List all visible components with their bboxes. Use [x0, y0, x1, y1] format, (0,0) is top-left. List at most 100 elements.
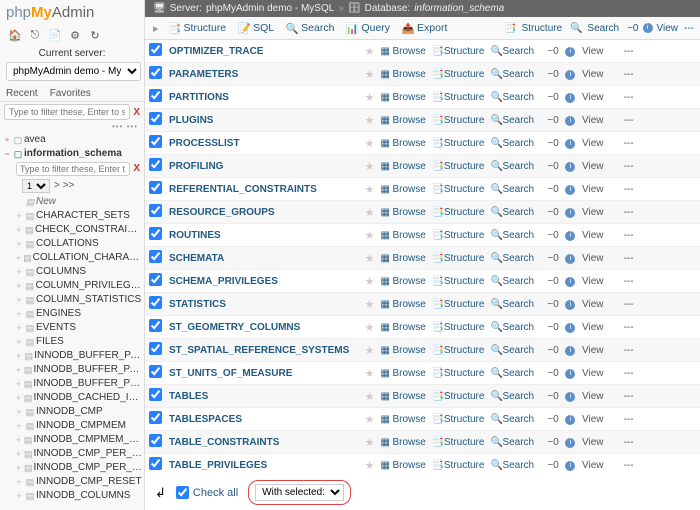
favorite-star-icon[interactable]: ★	[362, 109, 378, 132]
tree-toggle-icon[interactable]: +	[14, 419, 24, 433]
row-checkbox[interactable]	[149, 411, 162, 424]
favorite-star-icon[interactable]: ★	[362, 201, 378, 224]
browse-action[interactable]: ▦Browse	[378, 454, 429, 476]
search-action[interactable]: 🔍Search	[487, 201, 537, 224]
row-checkbox[interactable]	[149, 66, 162, 79]
docs-icon[interactable]: 📄	[48, 28, 62, 42]
row-checkbox[interactable]	[149, 296, 162, 309]
favorite-star-icon[interactable]: ★	[362, 155, 378, 178]
tree-table-item[interactable]: +▤INNODB_CMPMEM_RESE	[0, 433, 144, 447]
tree-toggle-icon[interactable]: +	[14, 489, 24, 503]
favorite-star-icon[interactable]: ★	[362, 86, 378, 109]
browse-action[interactable]: ▦Browse	[378, 316, 429, 339]
mini-structure[interactable]: 📑 Structure	[502, 23, 566, 34]
tree-table-name[interactable]: INNODB_CACHED_INDEX	[33, 391, 142, 405]
row-checkbox[interactable]	[149, 204, 162, 217]
structure-action[interactable]: 📑Structure	[429, 201, 488, 224]
filter-clear-button[interactable]: X	[133, 107, 140, 118]
row-checkbox[interactable]	[149, 227, 162, 240]
tree-page-next[interactable]: > >>	[54, 179, 74, 193]
structure-action[interactable]: 📑Structure	[429, 270, 488, 293]
search-action[interactable]: 🔍Search	[487, 247, 537, 270]
tree-table-item[interactable]: +▤INNODB_CMP_PER_INDE	[0, 447, 144, 461]
tree-table-name[interactable]: INNODB_CMP_RESET	[36, 475, 142, 489]
table-name-link[interactable]: TABLES	[166, 385, 362, 408]
tab-query[interactable]: 📊Query	[340, 20, 396, 36]
structure-action[interactable]: 📑Structure	[429, 86, 488, 109]
tree-table-item[interactable]: +▤INNODB_CMP_RESET	[0, 475, 144, 489]
browse-action[interactable]: ▦Browse	[378, 408, 429, 431]
structure-action[interactable]: 📑Structure	[429, 431, 488, 454]
browse-action[interactable]: ▦Browse	[378, 385, 429, 408]
tree-table-name[interactable]: COLUMNS	[36, 265, 86, 279]
tree-toggle-icon[interactable]: +	[14, 279, 24, 293]
tree-table-item[interactable]: +▤COLUMN_PRIVILEGES	[0, 279, 144, 293]
tree-toggle-icon[interactable]: +	[14, 349, 23, 363]
search-action[interactable]: 🔍Search	[487, 132, 537, 155]
table-name-link[interactable]: PLUGINS	[166, 109, 362, 132]
tree-table-name[interactable]: CHARACTER_SETS	[36, 209, 130, 223]
reload-icon[interactable]: ↻	[88, 28, 102, 42]
tree-toggle-icon[interactable]: −	[2, 147, 12, 161]
row-checkbox[interactable]	[149, 158, 162, 171]
tree-table-name[interactable]: INNODB_BUFFER_PAGE	[34, 349, 142, 363]
favorite-star-icon[interactable]: ★	[362, 63, 378, 86]
with-selected-select[interactable]: With selected:	[255, 484, 344, 501]
table-name-link[interactable]: SCHEMATA	[166, 247, 362, 270]
browse-action[interactable]: ▦Browse	[378, 431, 429, 454]
bc-db[interactable]: information_schema	[414, 3, 504, 14]
tree-table-item[interactable]: +▤INNODB_BUFFER_PAGE_	[0, 363, 144, 377]
favorite-star-icon[interactable]: ★	[362, 178, 378, 201]
tree-table-item[interactable]: +▤INNODB_BUFFER_PAGE	[0, 349, 144, 363]
tree-table-item[interactable]: +▤INNODB_BUFFER_POOL_	[0, 377, 144, 391]
tree-toggle-icon[interactable]: +	[14, 251, 22, 265]
favorite-star-icon[interactable]: ★	[362, 316, 378, 339]
tree-new[interactable]: New	[36, 195, 56, 209]
mini-search[interactable]: 🔍 Search	[568, 23, 623, 34]
tree-table-name[interactable]: INNODB_CMPMEM	[36, 419, 126, 433]
favorite-star-icon[interactable]: ★	[362, 385, 378, 408]
tree-table-item[interactable]: +▤FILES	[0, 335, 144, 349]
tree-toggle-icon[interactable]: +	[14, 461, 23, 475]
table-name-link[interactable]: ST_UNITS_OF_MEASURE	[166, 362, 362, 385]
browse-action[interactable]: ▦Browse	[378, 178, 429, 201]
table-name-link[interactable]: ST_SPATIAL_REFERENCE_SYSTEMS	[166, 339, 362, 362]
row-checkbox[interactable]	[149, 365, 162, 378]
favorite-star-icon[interactable]: ★	[362, 454, 378, 476]
tree-toggle-icon[interactable]: +	[14, 321, 24, 335]
structure-action[interactable]: 📑Structure	[429, 132, 488, 155]
search-action[interactable]: 🔍Search	[487, 385, 537, 408]
settings-icon[interactable]: ⚙	[68, 28, 82, 42]
tree-table-item[interactable]: +▤INNODB_CACHED_INDEX	[0, 391, 144, 405]
search-action[interactable]: 🔍Search	[487, 408, 537, 431]
favorite-star-icon[interactable]: ★	[362, 339, 378, 362]
table-name-link[interactable]: PARAMETERS	[166, 63, 362, 86]
search-action[interactable]: 🔍Search	[487, 63, 537, 86]
tree-subfilter-input[interactable]	[16, 162, 130, 176]
tree-table-item[interactable]: +▤CHARACTER_SETS	[0, 209, 144, 223]
tree-toggle-icon[interactable]: +	[14, 363, 23, 377]
favorite-star-icon[interactable]: ★	[362, 224, 378, 247]
row-checkbox[interactable]	[149, 181, 162, 194]
structure-action[interactable]: 📑Structure	[429, 385, 488, 408]
check-all[interactable]: Check all	[176, 486, 238, 499]
tree-db-avea[interactable]: avea	[24, 133, 46, 147]
search-action[interactable]: 🔍Search	[487, 224, 537, 247]
tree-table-name[interactable]: COLUMN_STATISTICS	[36, 293, 141, 307]
structure-action[interactable]: 📑Structure	[429, 178, 488, 201]
favorite-star-icon[interactable]: ★	[362, 362, 378, 385]
tree-toggle-icon[interactable]: +	[14, 377, 23, 391]
expand-icon[interactable]: ▸	[149, 22, 163, 35]
structure-action[interactable]: 📑Structure	[429, 63, 488, 86]
tree-toggle-icon[interactable]: +	[14, 475, 24, 489]
table-name-link[interactable]: ST_GEOMETRY_COLUMNS	[166, 316, 362, 339]
row-checkbox[interactable]	[149, 388, 162, 401]
tree-toggle-icon[interactable]: +	[14, 391, 23, 405]
table-name-link[interactable]: ROUTINES	[166, 224, 362, 247]
tab-favorites[interactable]: Favorites	[44, 86, 97, 101]
tree-table-name[interactable]: INNODB_CMPMEM_RESE	[33, 433, 142, 447]
tree-toggle-icon[interactable]: +	[14, 293, 24, 307]
tree-table-item[interactable]: +▤INNODB_CMPMEM	[0, 419, 144, 433]
tree-toggle-icon[interactable]: +	[14, 335, 24, 349]
structure-action[interactable]: 📑Structure	[429, 454, 488, 476]
